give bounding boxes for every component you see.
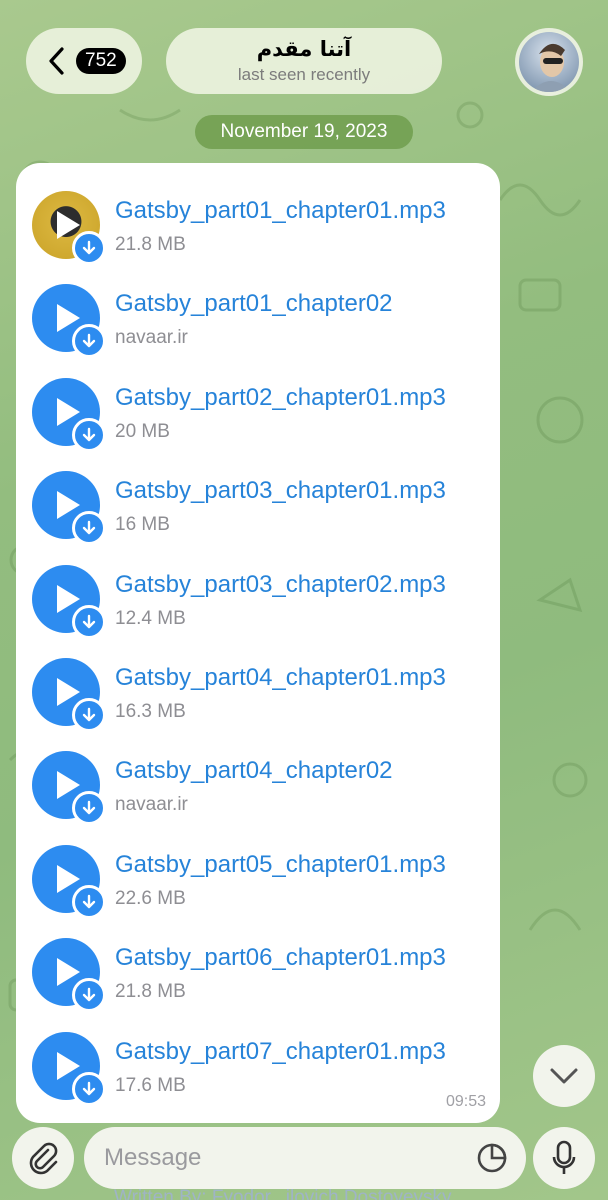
- contact-name: آتنا مقدم: [256, 37, 352, 61]
- file-meta: 21.8 MB: [115, 981, 186, 1003]
- message-bubble[interactable]: Gatsby_part01_chapter01.mp3 21.8 MB Gatsby…: [16, 163, 500, 1123]
- download-arrow-icon: [82, 1081, 96, 1095]
- file-name[interactable]: Gatsby_part04_chapter02: [115, 757, 393, 785]
- download-button[interactable]: [72, 324, 106, 359]
- scroll-down-button[interactable]: [533, 1045, 595, 1107]
- file-item[interactable]: Gatsby_part04_chapter02 navaar.ir: [32, 741, 502, 826]
- download-button[interactable]: [72, 511, 106, 546]
- paperclip-icon: [29, 1142, 58, 1175]
- unread-count-badge: 752: [76, 48, 126, 74]
- chevron-down-icon: [550, 1068, 578, 1084]
- chat-title[interactable]: آتنا مقدم last seen recently: [166, 28, 442, 94]
- file-item[interactable]: Gatsby_part01_chapter02 navaar.ir: [32, 274, 502, 359]
- play-button[interactable]: [32, 1031, 106, 1106]
- back-button[interactable]: 752: [26, 28, 142, 94]
- microphone-icon: [552, 1140, 576, 1174]
- play-button[interactable]: [32, 191, 106, 265]
- play-button[interactable]: [32, 284, 106, 359]
- file-meta: 20 MB: [115, 420, 170, 442]
- play-button[interactable]: [32, 471, 106, 546]
- play-button[interactable]: [32, 751, 106, 826]
- file-name[interactable]: Gatsby_part01_chapter02: [115, 290, 393, 318]
- file-item[interactable]: Gatsby_part06_chapter01.mp3 21.8 MB: [32, 928, 502, 1013]
- file-name[interactable]: Gatsby_part03_chapter02.mp3: [115, 571, 446, 599]
- avatar[interactable]: [515, 28, 583, 96]
- date-separator: November 19, 2023: [195, 115, 413, 149]
- attach-button[interactable]: [12, 1127, 74, 1189]
- download-button[interactable]: [72, 791, 106, 826]
- file-meta: 16.3 MB: [115, 701, 186, 722]
- download-button[interactable]: [72, 1071, 106, 1106]
- download-arrow-icon: [82, 240, 96, 255]
- file-meta: 21.8 MB: [115, 234, 186, 255]
- download-button[interactable]: [72, 884, 106, 919]
- play-button[interactable]: [32, 564, 106, 639]
- file-item[interactable]: Gatsby_part02_chapter01.mp3 20 MB: [32, 368, 502, 452]
- file-meta: navaar.ir: [115, 327, 188, 349]
- file-item[interactable]: Gatsby_part07_chapter01.mp3 17.6 MB: [32, 1022, 502, 1106]
- play-button[interactable]: [32, 377, 106, 452]
- download-button[interactable]: [72, 231, 106, 265]
- play-button[interactable]: [32, 844, 106, 919]
- file-meta: 17.6 MB: [115, 1074, 186, 1096]
- file-item[interactable]: Gatsby_part03_chapter01.mp3 16 MB: [32, 461, 502, 546]
- download-arrow-icon: [82, 520, 96, 535]
- download-arrow-icon: [82, 614, 96, 628]
- download-arrow-icon: [82, 987, 96, 1002]
- file-name[interactable]: Gatsby_part06_chapter01.mp3: [115, 944, 446, 972]
- download-arrow-icon: [82, 334, 96, 348]
- play-icon: [57, 584, 80, 613]
- avatar-photo: [531, 43, 571, 92]
- file-item[interactable]: Gatsby_part05_chapter01.mp3 22.6 MB: [32, 835, 502, 919]
- chevron-left-icon: [49, 47, 64, 75]
- file-name[interactable]: Gatsby_part05_chapter01.mp3: [115, 851, 446, 879]
- file-meta: 16 MB: [115, 514, 170, 536]
- message-composer: [0, 1125, 608, 1200]
- file-item[interactable]: Gatsby_part01_chapter01.mp3 21.8 MB: [32, 181, 502, 265]
- file-name[interactable]: Gatsby_part02_chapter01.mp3: [115, 384, 446, 412]
- file-item[interactable]: Gatsby_part03_chapter02.mp3 12.4 MB: [32, 555, 502, 639]
- play-button[interactable]: [32, 938, 106, 1013]
- message-time: 09:53: [445, 1093, 486, 1110]
- message-input[interactable]: [84, 1127, 526, 1189]
- download-arrow-icon: [82, 707, 96, 722]
- download-button[interactable]: [72, 978, 106, 1013]
- download-arrow-icon: [82, 894, 96, 908]
- download-arrow-icon: [82, 801, 96, 815]
- download-button[interactable]: [72, 604, 106, 639]
- contact-status: last seen recently: [237, 65, 371, 84]
- play-button[interactable]: [32, 658, 106, 732]
- file-name[interactable]: Gatsby_part03_chapter01.mp3: [115, 477, 446, 505]
- file-meta: navaar.ir: [115, 794, 188, 816]
- download-arrow-icon: [82, 427, 96, 441]
- file-meta: 12.4 MB: [115, 607, 186, 629]
- play-icon: [57, 1051, 80, 1080]
- file-item[interactable]: Gatsby_part04_chapter01.mp3 16.3 MB: [32, 648, 502, 732]
- file-name[interactable]: Gatsby_part01_chapter01.mp3: [115, 197, 446, 225]
- microphone-button[interactable]: [533, 1127, 595, 1189]
- file-name[interactable]: Gatsby_part04_chapter01.mp3: [115, 664, 446, 692]
- sticker-icon[interactable]: [476, 1142, 508, 1174]
- download-button[interactable]: [72, 417, 106, 452]
- file-meta: 22.6 MB: [115, 887, 186, 909]
- download-button[interactable]: [72, 698, 106, 732]
- file-name[interactable]: Gatsby_part07_chapter01.mp3: [115, 1038, 446, 1066]
